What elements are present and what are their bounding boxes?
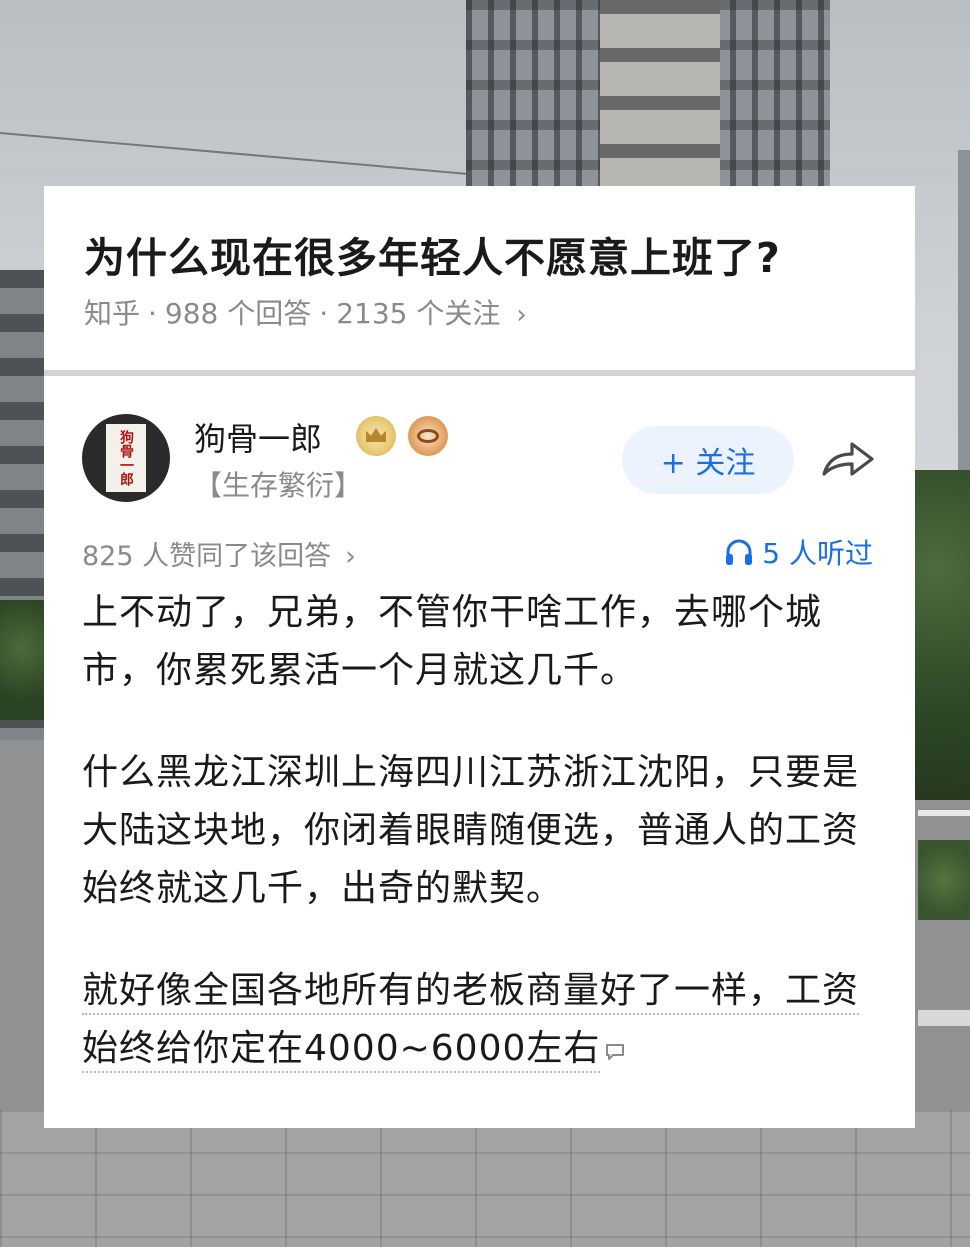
question-meta[interactable]: 知乎 · 988 个回答 · 2135 个关注 › bbox=[84, 292, 527, 332]
right-building bbox=[958, 150, 970, 480]
author-name[interactable]: 狗骨一郎 bbox=[194, 414, 322, 460]
question-card[interactable]: 为什么现在很多年轻人不愿意上班了? 知乎 · 988 个回答 · 2135 个关注 › bbox=[44, 186, 915, 370]
chevron-right-icon: › bbox=[516, 300, 527, 330]
answer-count: 988 个回答 bbox=[164, 297, 312, 330]
hedge bbox=[918, 840, 970, 920]
avatar-sign: 狗骨一郎 bbox=[106, 424, 146, 492]
right-trees bbox=[912, 470, 970, 800]
vote-count-link[interactable]: 825 人赞同了该回答 › bbox=[82, 534, 356, 573]
meta-separator: · bbox=[148, 297, 157, 330]
listener-count: 5 人听过 bbox=[762, 537, 873, 570]
source-label: 知乎 bbox=[84, 297, 141, 330]
left-trees bbox=[0, 600, 44, 720]
vote-count: 825 人赞同了该回答 bbox=[82, 541, 332, 572]
listen-indicator[interactable]: 5 人听过 bbox=[724, 532, 873, 572]
highlighted-text: 就好像全国各地所有的老板商量好了一样，工资始终给你定在4000~6000左右 bbox=[82, 970, 860, 1073]
avatar[interactable]: 狗骨一郎 bbox=[82, 414, 170, 502]
question-title[interactable]: 为什么现在很多年轻人不愿意上班了? bbox=[84, 224, 781, 284]
headphones-icon bbox=[726, 539, 753, 565]
share-arrow-icon[interactable] bbox=[818, 438, 878, 480]
answer-paragraph-highlighted[interactable]: 就好像全国各地所有的老板商量好了一样，工资始终给你定在4000~6000左右 bbox=[82, 962, 882, 1078]
answer-card: 狗骨一郎 狗骨一郎 【生存繁衍】 + 关注 825 人赞同了该回答 › 5 人听过… bbox=[44, 376, 915, 1128]
meta-separator: · bbox=[319, 297, 329, 330]
road-marking bbox=[918, 1010, 970, 1026]
follower-count: 2135 个关注 bbox=[336, 297, 501, 330]
author-title: 【生存繁衍】 bbox=[194, 469, 363, 502]
answer-body[interactable]: 上不动了，兄弟，不管你干啥工作，去哪个城市，你累死累活一个月就这几千。 什么黑龙… bbox=[82, 584, 882, 1078]
pavement bbox=[0, 1110, 970, 1247]
eye-badge-icon[interactable] bbox=[408, 416, 448, 456]
crown-badge-icon[interactable] bbox=[356, 416, 396, 456]
chevron-right-icon: › bbox=[345, 541, 356, 572]
answer-paragraph: 上不动了，兄弟，不管你干啥工作，去哪个城市，你累死累活一个月就这几千。 bbox=[82, 592, 823, 691]
answer-paragraph: 什么黑龙江深圳上海四川江苏浙江沈阳，只要是大陆这块地，你闭着眼睛随便选，普通人的… bbox=[82, 752, 860, 909]
follow-button[interactable]: + 关注 bbox=[622, 426, 794, 494]
road-marking bbox=[918, 810, 970, 816]
comment-bubble-icon[interactable] bbox=[604, 1042, 626, 1062]
